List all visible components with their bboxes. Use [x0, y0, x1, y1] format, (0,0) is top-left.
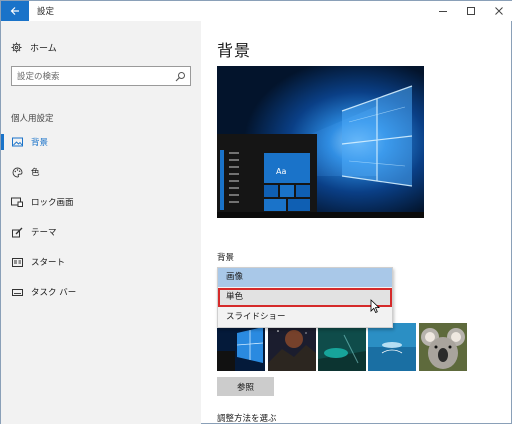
- sidebar-item-taskbar[interactable]: タスク バー: [1, 281, 201, 303]
- sidebar-item-label: 色: [31, 168, 40, 178]
- search-icon: [175, 72, 185, 82]
- sidebar-item-background[interactable]: 背景: [1, 131, 201, 153]
- preview-tile-text: Aa: [276, 167, 287, 176]
- fit-label: 調整方法を選ぶ: [217, 414, 277, 424]
- preview-image: [217, 66, 424, 218]
- minimize-button[interactable]: [429, 1, 457, 21]
- sidebar-item-label: タスク バー: [31, 288, 77, 298]
- home-label: ホーム: [30, 44, 57, 54]
- sidebar-item-label: ロック画面: [31, 198, 74, 208]
- lock-screen-icon: [11, 196, 23, 208]
- taskbar-icon: [11, 286, 23, 298]
- title-bar: 設定: [1, 1, 512, 21]
- dropdown-option-slideshow[interactable]: スライドショー: [218, 308, 392, 327]
- background-type-dropdown[interactable]: 画像 単色 スライドショー: [217, 267, 393, 328]
- maximize-icon: [467, 7, 475, 15]
- start-icon: [11, 256, 23, 268]
- minimize-icon: [439, 11, 447, 12]
- sidebar-item-label: 背景: [31, 138, 49, 148]
- thumbnail-2[interactable]: [268, 323, 316, 371]
- gear-icon: [11, 42, 22, 53]
- picture-icon: [11, 136, 23, 148]
- thumbnail-koala[interactable]: [419, 323, 467, 371]
- sidebar-item-start[interactable]: スタート: [1, 251, 201, 273]
- dropdown-option-picture[interactable]: 画像: [218, 268, 392, 287]
- active-indicator: [1, 134, 4, 150]
- search-box[interactable]: [11, 66, 191, 86]
- section-title: 個人用設定: [11, 114, 54, 124]
- palette-icon: [11, 166, 23, 178]
- sidebar-item-color[interactable]: 色: [1, 161, 201, 183]
- thumbnail-3[interactable]: [318, 323, 366, 371]
- sidebar-item-lock-screen[interactable]: ロック画面: [1, 191, 201, 213]
- thumbnail-1[interactable]: [217, 323, 265, 371]
- sidebar: ホーム 個人用設定 背景 色 ロック: [1, 21, 201, 424]
- mouse-cursor-icon: [370, 299, 380, 314]
- close-icon: [495, 7, 503, 15]
- page-title: 背景: [217, 41, 252, 60]
- home-link[interactable]: ホーム: [11, 41, 57, 54]
- back-button[interactable]: [1, 1, 29, 21]
- app-title: 設定: [37, 7, 55, 17]
- back-arrow-icon: [10, 7, 19, 15]
- sidebar-item-theme[interactable]: テーマ: [1, 221, 201, 243]
- thumbnail-4[interactable]: [368, 323, 416, 371]
- browse-button[interactable]: 参照: [217, 377, 274, 396]
- maximize-button[interactable]: [457, 1, 485, 21]
- dropdown-option-solid-color[interactable]: 単色: [218, 288, 392, 307]
- search-input[interactable]: [17, 71, 167, 82]
- background-type-label: 背景: [217, 253, 235, 263]
- sidebar-item-label: テーマ: [31, 228, 57, 238]
- background-preview: Aa: [217, 66, 424, 218]
- brush-icon: [11, 226, 23, 238]
- sidebar-item-label: スタート: [31, 258, 66, 268]
- close-button[interactable]: [485, 1, 512, 21]
- settings-window: 設定 ホーム 個人用設定: [0, 0, 512, 424]
